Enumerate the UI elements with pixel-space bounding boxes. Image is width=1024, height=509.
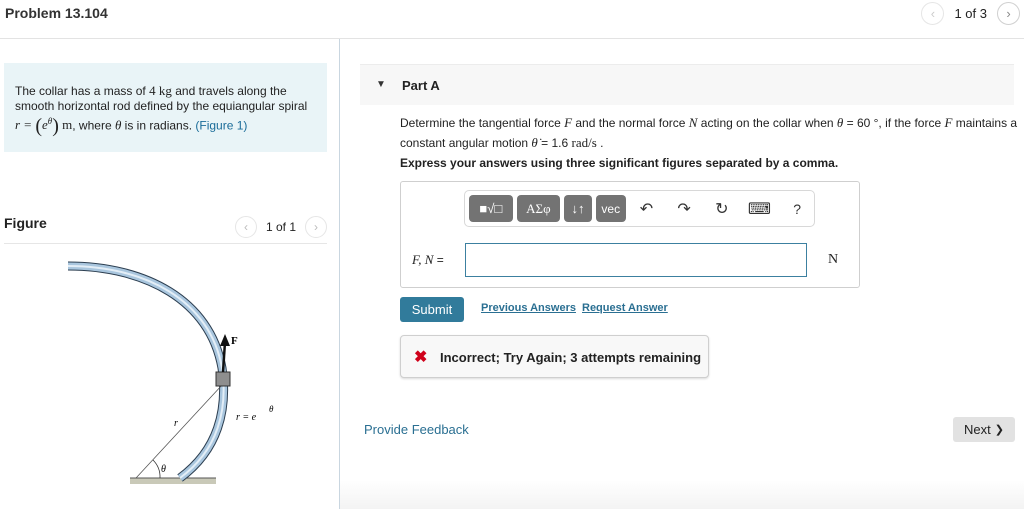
next-button[interactable]: Next ❯	[953, 417, 1015, 442]
arrows-updown-icon: ↓↑	[571, 201, 585, 216]
chevron-left-icon: ‹	[243, 220, 248, 234]
radius-label: r	[174, 418, 178, 429]
next-problem-button[interactable]: ›	[997, 2, 1020, 25]
figure-pager: ‹ 1 of 1 ›	[234, 216, 327, 238]
provide-feedback-link[interactable]: Provide Feedback	[364, 422, 469, 437]
part-a-header[interactable]: ▼ Part A	[360, 64, 1014, 105]
answer-box: ■√□ ΑΣφ ↓↑ vec ↶ ↷ ↻ ⌨ ? F, N = N	[400, 181, 860, 288]
instruction-text: Express your answers using three signifi…	[400, 156, 839, 170]
figure-link[interactable]: (Figure 1)	[195, 118, 247, 132]
spiral-rod-figure: F r θ r = e θ	[67, 261, 274, 484]
part-title: Part A	[402, 78, 440, 93]
answer-input[interactable]	[465, 243, 807, 277]
radius-line	[135, 383, 224, 479]
templates-button[interactable]: ■√□	[469, 195, 513, 222]
templates-icon: ■√□	[479, 201, 503, 216]
collar	[215, 371, 231, 387]
question-text: Determine the tangential force F and the…	[400, 115, 1018, 150]
feedback-text: Incorrect; Try Again; 3 attempts remaini…	[440, 350, 702, 365]
chevron-right-icon: ›	[1006, 6, 1011, 21]
problem-statement: The collar has a mass of 4 kg and travel…	[4, 63, 327, 152]
keyboard-icon[interactable]: ⌨	[743, 195, 777, 222]
force-label: F	[231, 335, 238, 347]
spiral-rod	[67, 262, 228, 481]
redo-icon[interactable]: ↷	[667, 195, 701, 222]
chevron-right-icon: ❯	[994, 424, 1004, 436]
vector-button[interactable]: vec	[595, 195, 626, 222]
figure-header: Figure ‹ 1 of 1 ›	[4, 212, 327, 244]
angle-arc	[152, 459, 161, 479]
chevron-right-icon: ›	[314, 220, 318, 234]
answer-unit: N	[828, 252, 839, 267]
answer-label: F, N =	[412, 252, 444, 267]
figure-pager-text: 1 of 1	[265, 220, 296, 234]
spiral-rod-highlight	[67, 265, 225, 479]
next-figure-button[interactable]: ›	[305, 216, 327, 238]
angle-label: θ	[161, 464, 166, 475]
prev-problem-button[interactable]: ‹	[921, 2, 945, 25]
prev-figure-button[interactable]: ‹	[234, 216, 257, 238]
previous-answers-link[interactable]: Previous Answers	[481, 302, 576, 314]
undo-icon[interactable]: ↶	[630, 195, 664, 222]
subscript-superscript-button[interactable]: ↓↑	[564, 195, 592, 222]
feedback-message: ✖ Incorrect; Try Again; 3 attempts remai…	[400, 335, 709, 378]
help-icon[interactable]: ?	[780, 195, 814, 222]
spiral-rod-outline	[67, 261, 229, 482]
figure-label: Figure	[4, 215, 47, 231]
problem-title: Problem 13.104	[5, 5, 108, 21]
math-toolbar: ■√□ ΑΣφ ↓↑ vec ↶ ↷ ↻ ⌨ ?	[464, 190, 815, 227]
bottom-fade	[340, 480, 1024, 509]
spiral-equation-exponent: θ	[269, 404, 274, 414]
problem-pager: ‹ 1 of 3 ›	[921, 2, 1020, 25]
panel-divider[interactable]	[339, 39, 340, 509]
greek-symbols-button[interactable]: ΑΣφ	[516, 195, 561, 222]
top-bar: Problem 13.104 ‹ 1 of 3 ›	[0, 0, 1024, 39]
chevron-left-icon: ‹	[930, 6, 936, 21]
submit-button[interactable]: Submit	[400, 297, 464, 322]
spiral-equation-label: r = e	[236, 412, 257, 423]
request-answer-link[interactable]: Request Answer	[582, 302, 668, 314]
problem-pager-text: 1 of 3	[954, 6, 987, 21]
force-arrow-head	[220, 334, 230, 346]
reset-icon[interactable]: ↻	[705, 195, 739, 222]
incorrect-x-icon: ✖	[414, 349, 428, 366]
caret-down-icon[interactable]: ▼	[376, 79, 386, 90]
ground-base	[130, 478, 216, 484]
